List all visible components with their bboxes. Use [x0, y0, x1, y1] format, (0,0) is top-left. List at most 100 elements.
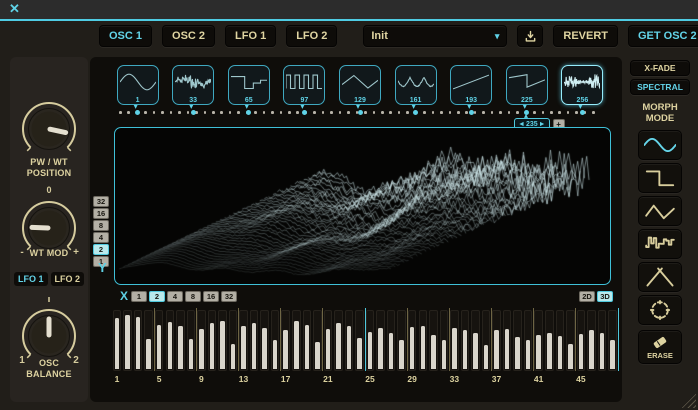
x-chip-8[interactable]: 8 — [185, 291, 201, 302]
view-chip-2D[interactable]: 2D — [579, 291, 595, 302]
frame-dot[interactable] — [373, 111, 376, 114]
harmonic-bar[interactable] — [566, 310, 575, 371]
harmonic-bar[interactable] — [324, 310, 333, 371]
frame-dot[interactable] — [406, 111, 409, 114]
frame-dot-keyframe[interactable] — [135, 110, 140, 115]
tab-osc-1[interactable]: OSC 1 — [99, 25, 152, 47]
frame-dot-keyframe[interactable] — [469, 110, 474, 115]
frame-dot[interactable] — [381, 111, 384, 114]
frame-dot[interactable] — [347, 111, 350, 114]
frame-dot[interactable] — [440, 111, 443, 114]
harmonic-bar[interactable] — [123, 310, 132, 371]
harmonic-bar[interactable] — [397, 310, 406, 371]
tab-osc-2[interactable]: OSC 2 — [162, 25, 215, 47]
frame-dot[interactable] — [330, 111, 333, 114]
harmonic-bar[interactable] — [187, 310, 196, 371]
frame-dot[interactable] — [550, 111, 553, 114]
frame-dot[interactable] — [449, 111, 452, 114]
frame-dot-keyframe[interactable] — [358, 110, 363, 115]
frame-dot[interactable] — [542, 111, 545, 114]
circle-tool-button[interactable] — [638, 295, 682, 325]
harmonic-bar[interactable] — [144, 310, 153, 371]
wave-thumb-97[interactable]: 97 — [283, 65, 325, 105]
frame-dot[interactable] — [127, 111, 130, 114]
peak-tool-button[interactable] — [638, 262, 682, 292]
y-chip-2[interactable]: 2 — [93, 244, 109, 255]
sine-tool-button[interactable] — [638, 130, 682, 160]
y-chip-32[interactable]: 32 — [93, 196, 109, 207]
revert-button[interactable]: REVERT — [553, 25, 618, 47]
harmonic-bar[interactable] — [419, 310, 428, 371]
harmonic-bar[interactable] — [218, 310, 227, 371]
osc-balance-knob[interactable]: 1 2 OSCBALANCE — [10, 295, 88, 380]
harmonic-bar[interactable] — [166, 310, 175, 371]
frame-dot[interactable] — [482, 111, 485, 114]
harmonic-bar[interactable] — [134, 310, 143, 371]
frame-dot[interactable] — [575, 111, 578, 114]
frame-dot[interactable] — [204, 111, 207, 114]
harmonic-bar[interactable] — [482, 310, 491, 371]
lfo1-toggle-option[interactable]: LFO 1 — [14, 272, 48, 286]
frame-dot[interactable] — [398, 111, 401, 114]
frame-dot[interactable] — [220, 111, 223, 114]
harmonic-bar[interactable] — [524, 310, 533, 371]
frame-dot[interactable] — [187, 111, 190, 114]
frame-dot[interactable] — [516, 111, 519, 114]
noise-tool-button[interactable] — [638, 229, 682, 259]
triangle-tool-button[interactable] — [638, 196, 682, 226]
harmonic-bar[interactable] — [556, 310, 565, 371]
frame-dot[interactable] — [389, 111, 392, 114]
harmonic-bar[interactable] — [429, 310, 438, 371]
harmonic-bar[interactable] — [113, 310, 122, 371]
wave-thumb-33[interactable]: 33 — [172, 65, 214, 105]
harmonic-bar[interactable] — [281, 310, 290, 371]
harmonic-bar[interactable] — [208, 310, 217, 371]
harmonic-bar[interactable] — [577, 310, 586, 371]
x-chip-4[interactable]: 4 — [167, 291, 183, 302]
x-chip-16[interactable]: 16 — [203, 291, 219, 302]
resize-grip-icon[interactable] — [681, 393, 696, 408]
harmonic-bar[interactable] — [376, 310, 385, 371]
frame-dot[interactable] — [533, 111, 536, 114]
harmonic-bar[interactable] — [450, 310, 459, 371]
frame-dot[interactable] — [499, 111, 502, 114]
harmonic-bar[interactable] — [355, 310, 364, 371]
frame-dot[interactable] — [296, 111, 299, 114]
frame-dot[interactable] — [161, 111, 164, 114]
frame-dot[interactable] — [237, 111, 240, 114]
harmonic-bar[interactable] — [250, 310, 259, 371]
frame-dot[interactable] — [280, 111, 283, 114]
harmonic-bar[interactable] — [408, 310, 417, 371]
harmonic-bar[interactable] — [461, 310, 470, 371]
harmonic-bar[interactable] — [345, 310, 354, 371]
frame-dot[interactable] — [432, 111, 435, 114]
y-chip-8[interactable]: 8 — [93, 220, 109, 231]
frame-dot[interactable] — [212, 111, 215, 114]
frame-dot[interactable] — [313, 111, 316, 114]
harmonic-bar[interactable] — [534, 310, 543, 371]
harmonic-bar[interactable] — [155, 310, 164, 371]
harmonic-bar[interactable] — [239, 310, 248, 371]
harmonic-bar[interactable] — [366, 310, 375, 371]
frame-dot[interactable] — [170, 111, 173, 114]
harmonic-bar[interactable] — [503, 310, 512, 371]
tab-lfo-1[interactable]: LFO 1 — [225, 25, 276, 47]
frame-dot[interactable] — [592, 111, 595, 114]
harmonic-bar[interactable] — [545, 310, 554, 371]
download-button[interactable] — [517, 25, 543, 47]
frame-dot[interactable] — [229, 111, 232, 114]
frame-dot-keyframe[interactable] — [302, 110, 307, 115]
wave-thumb-193[interactable]: 193 — [450, 65, 492, 105]
view-chip-3D[interactable]: 3D — [597, 291, 613, 302]
harmonic-bar[interactable] — [260, 310, 269, 371]
get-osc-2-button[interactable]: GET OSC 2 — [628, 25, 698, 47]
erase-button[interactable]: ERASE — [638, 330, 682, 364]
frame-dot-keyframe[interactable] — [191, 110, 196, 115]
mode-button-spectral[interactable]: SPECTRAL — [630, 79, 690, 95]
wave-thumb-1[interactable]: 1 — [117, 65, 159, 105]
tab-lfo-2[interactable]: LFO 2 — [286, 25, 337, 47]
harmonic-bar[interactable] — [587, 310, 596, 371]
harmonic-bar[interactable] — [176, 310, 185, 371]
harmonic-bar[interactable] — [598, 310, 607, 371]
preset-dropdown[interactable]: Init ▾ — [363, 25, 507, 47]
